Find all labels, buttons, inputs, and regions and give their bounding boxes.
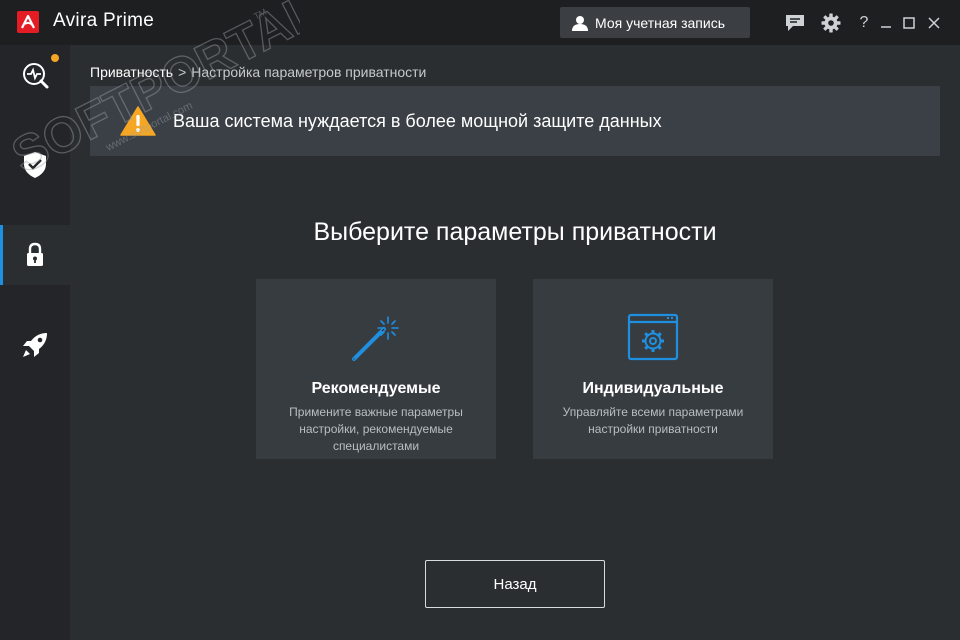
sidebar-item-privacy[interactable]: [0, 225, 70, 285]
settings-window-icon: [627, 311, 679, 363]
warning-text: Ваша система нуждается в более мощной за…: [173, 110, 662, 131]
my-account-label: Моя учетная запись: [595, 14, 725, 31]
notification-dot: [51, 54, 59, 62]
back-button[interactable]: Назад: [425, 560, 605, 608]
recommended-option-description: Примените важные параметры настройки, ре…: [289, 405, 463, 453]
sidebar: [0, 45, 70, 640]
user-icon: [572, 15, 588, 31]
app-title: Avira Prime: [53, 10, 155, 31]
my-account-button[interactable]: Моя учетная запись: [560, 7, 750, 38]
shield-icon: [24, 152, 46, 178]
sidebar-item-performance[interactable]: [0, 315, 70, 375]
rocket-icon: [23, 333, 47, 357]
sidebar-item-status[interactable]: [0, 45, 70, 105]
warning-banner: Ваша система нуждается в более мощной за…: [90, 86, 940, 156]
sidebar-item-security[interactable]: [0, 135, 70, 195]
magic-wand-icon: [350, 311, 402, 363]
feedback-icon[interactable]: [784, 12, 806, 34]
monitor-pulse-icon: [23, 63, 49, 89]
title-bar: Avira Prime Моя учетная запись ?: [0, 0, 960, 45]
close-icon[interactable]: [923, 12, 945, 34]
breadcrumb-separator: >: [178, 64, 187, 80]
custom-option-description: Управляйте всеми параметрами настройки п…: [562, 405, 744, 436]
recommended-option-card[interactable]: Рекомендуемые Примените важные параметры…: [256, 279, 496, 459]
minimize-icon[interactable]: [875, 12, 897, 34]
avira-logo: [17, 11, 39, 33]
page-title: Выберите параметры приватности: [313, 218, 717, 246]
custom-option-title: Индивидуальные: [582, 380, 724, 397]
lock-icon: [27, 242, 43, 266]
breadcrumb-current: Настройка параметров приватности: [191, 64, 427, 80]
help-icon[interactable]: ?: [853, 12, 875, 34]
custom-option-card[interactable]: Индивидуальные Управляйте всеми параметр…: [533, 279, 773, 459]
avira-logo-icon: [21, 15, 35, 29]
maximize-icon[interactable]: [898, 12, 920, 34]
breadcrumb-privacy-link[interactable]: Приватность: [90, 64, 173, 80]
breadcrumb: Приватность > Настройка параметров прива…: [90, 64, 426, 80]
recommended-option-title: Рекомендуемые: [311, 380, 441, 397]
gear-icon[interactable]: [820, 12, 842, 34]
warning-icon: [120, 106, 156, 136]
